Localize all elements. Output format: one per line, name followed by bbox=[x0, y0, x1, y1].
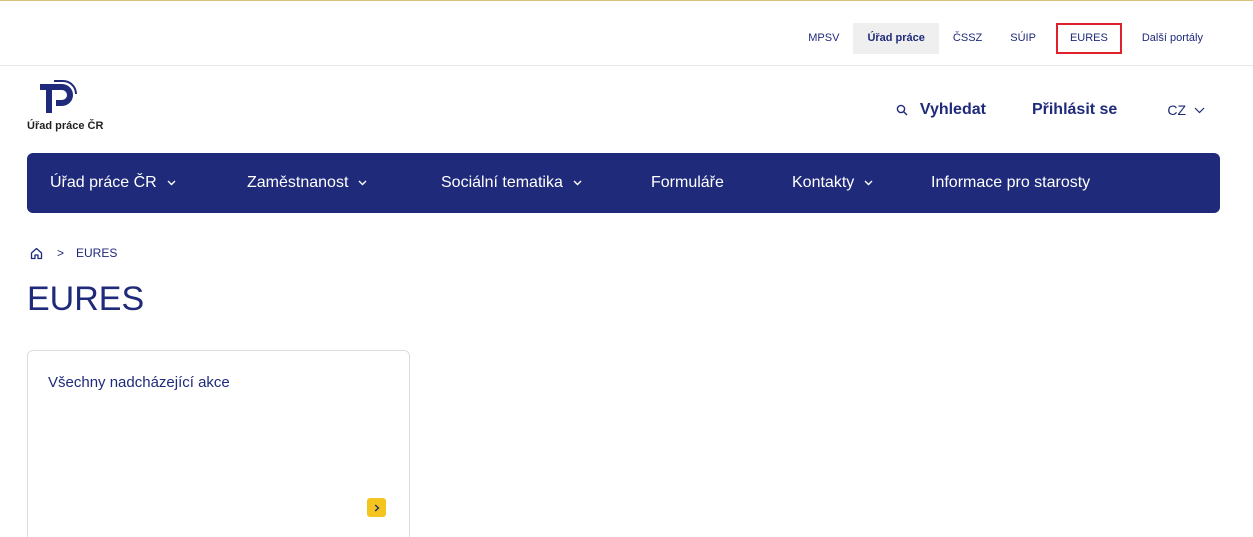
page-title: EURES bbox=[27, 280, 145, 318]
portal-link-suip[interactable]: SÚIP bbox=[996, 23, 1050, 54]
header-actions: Vyhledat Přihlásit se CZ bbox=[896, 98, 1205, 122]
breadcrumb: > EURES bbox=[30, 245, 117, 261]
card-arrow-button[interactable] bbox=[367, 498, 386, 517]
chevron-down-icon bbox=[358, 180, 367, 186]
logo-mark-icon bbox=[40, 80, 77, 113]
nav-item-label: Úřad práce ČR bbox=[50, 174, 157, 191]
portal-link-mpsv[interactable]: MPSV bbox=[794, 23, 853, 54]
portal-link-urad-prace[interactable]: Úřad práce bbox=[853, 23, 939, 54]
nav-item-label: Zaměstnanost bbox=[247, 174, 349, 191]
top-accent-line bbox=[0, 0, 1253, 1]
nav-item-kontakty[interactable]: Kontakty bbox=[792, 153, 873, 213]
nav-item-informace-pro-starosty[interactable]: Informace pro starosty bbox=[931, 153, 1090, 213]
nav-item-label: Formuláře bbox=[651, 174, 724, 191]
chevron-down-icon bbox=[1194, 107, 1205, 113]
nav-item-label: Sociální tematika bbox=[441, 174, 563, 191]
nav-item-urad-prace[interactable]: Úřad práce ČR bbox=[50, 153, 176, 213]
chevron-down-icon bbox=[167, 180, 176, 186]
main-nav: Úřad práce ČR Zaměstnanost Sociální tema… bbox=[27, 153, 1220, 213]
breadcrumb-current: EURES bbox=[76, 246, 118, 260]
language-selector[interactable]: CZ bbox=[1167, 102, 1205, 118]
chevron-down-icon bbox=[864, 180, 873, 186]
card-title: Všechny nadcházející akce bbox=[48, 374, 230, 391]
breadcrumb-separator-icon: > bbox=[57, 246, 65, 260]
home-icon[interactable] bbox=[30, 247, 43, 260]
site-logo[interactable]: Úřad práce ČR bbox=[27, 80, 147, 136]
nav-item-label: Kontakty bbox=[792, 174, 855, 191]
language-label: CZ bbox=[1167, 102, 1186, 118]
login-link[interactable]: Přihlásit se bbox=[1032, 101, 1117, 119]
chevron-right-icon bbox=[374, 503, 380, 512]
portal-bar: MPSV Úřad práce ČSSZ SÚIP EURES Další po… bbox=[0, 13, 1253, 66]
portal-link-eures[interactable]: EURES bbox=[1055, 23, 1122, 54]
search-label: Vyhledat bbox=[919, 101, 986, 118]
portal-link-cssz[interactable]: ČSSZ bbox=[939, 23, 996, 54]
logo-text: Úřad práce ČR bbox=[27, 120, 104, 132]
portal-link-dalsi-portaly[interactable]: Další portály bbox=[1128, 23, 1217, 54]
nav-item-zamestnanost[interactable]: Zaměstnanost bbox=[247, 153, 367, 213]
nav-item-label: Informace pro starosty bbox=[931, 174, 1091, 191]
nav-item-socialni-tematika[interactable]: Sociální tematika bbox=[441, 153, 582, 213]
upcoming-events-card[interactable]: Všechny nadcházející akce bbox=[27, 350, 410, 537]
chevron-down-icon bbox=[573, 180, 582, 186]
nav-item-formulare[interactable]: Formuláře bbox=[651, 153, 724, 213]
search-icon bbox=[896, 104, 908, 116]
search-button[interactable]: Vyhledat bbox=[896, 101, 986, 119]
portal-links: MPSV Úřad práce ČSSZ SÚIP EURES Další po… bbox=[794, 23, 1217, 54]
